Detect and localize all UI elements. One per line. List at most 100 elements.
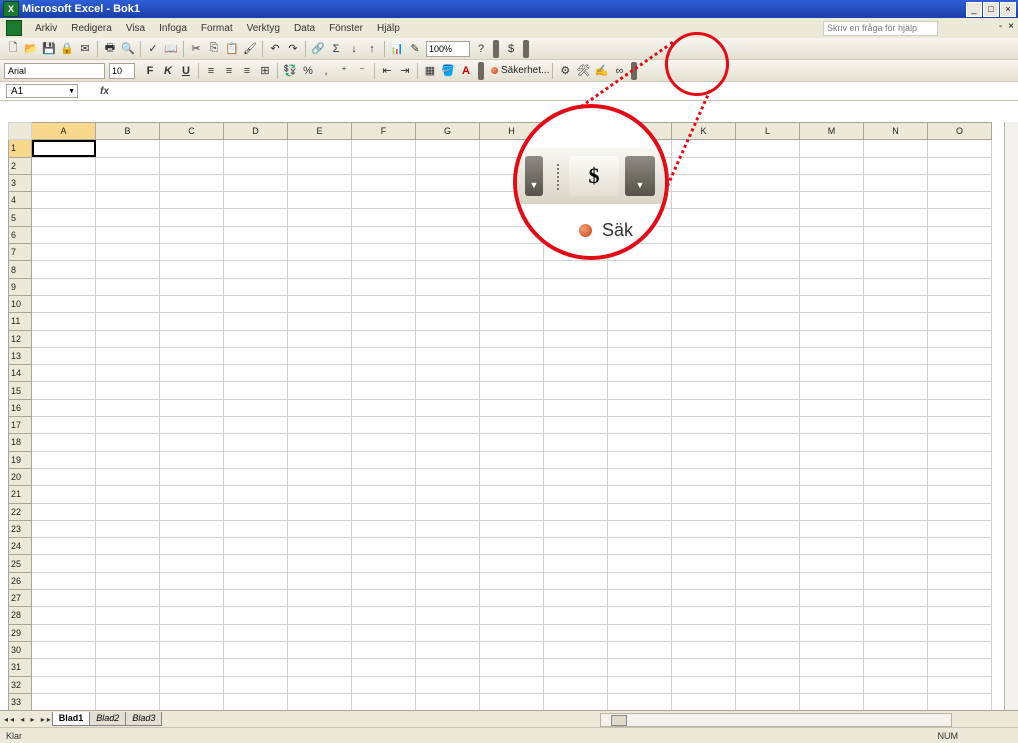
cell[interactable] — [287, 640, 352, 660]
cell[interactable] — [863, 208, 928, 227]
cell[interactable] — [223, 502, 288, 521]
cell[interactable] — [351, 589, 416, 608]
cell[interactable] — [223, 398, 288, 418]
row-header[interactable]: 7 — [8, 243, 32, 262]
cell[interactable] — [863, 156, 928, 175]
row-header[interactable]: 3 — [8, 173, 32, 193]
cell[interactable] — [927, 364, 992, 383]
cell[interactable] — [671, 260, 736, 279]
cell[interactable] — [287, 554, 352, 573]
increase-decimal-icon[interactable]: ⁺ — [336, 63, 352, 79]
cell[interactable] — [799, 675, 864, 694]
cell[interactable] — [223, 554, 288, 573]
cell[interactable] — [863, 467, 928, 487]
cell[interactable] — [159, 467, 224, 487]
cell[interactable] — [351, 191, 416, 210]
cell[interactable] — [671, 243, 736, 262]
cell[interactable] — [799, 243, 864, 262]
cell[interactable] — [31, 139, 96, 158]
cell[interactable] — [287, 675, 352, 694]
cell[interactable] — [927, 260, 992, 279]
cell[interactable] — [799, 554, 864, 573]
cell[interactable] — [95, 554, 160, 573]
cell[interactable] — [415, 381, 480, 400]
cell[interactable] — [287, 381, 352, 400]
cell[interactable] — [351, 502, 416, 521]
cell[interactable] — [927, 277, 992, 296]
cell[interactable] — [479, 364, 544, 383]
cell[interactable] — [223, 191, 288, 210]
cell[interactable] — [415, 554, 480, 573]
cell[interactable] — [927, 467, 992, 487]
cell[interactable] — [671, 294, 736, 314]
cell[interactable] — [607, 312, 672, 331]
cell[interactable] — [799, 398, 864, 418]
cell[interactable] — [159, 606, 224, 625]
cell[interactable] — [159, 139, 224, 158]
horizontal-scrollbar[interactable] — [600, 713, 952, 727]
cell[interactable] — [159, 450, 224, 469]
cell[interactable] — [287, 156, 352, 175]
cell[interactable] — [415, 364, 480, 383]
align-left-icon[interactable]: ≡ — [203, 63, 219, 79]
cell[interactable] — [415, 329, 480, 348]
cell[interactable] — [223, 658, 288, 677]
spelling-icon[interactable]: ✓ — [145, 41, 161, 57]
cell[interactable] — [351, 260, 416, 279]
maximize-icon[interactable]: □ — [983, 2, 999, 17]
cell[interactable] — [543, 416, 608, 435]
cell[interactable] — [31, 156, 96, 175]
cell[interactable] — [351, 364, 416, 383]
cell[interactable] — [671, 554, 736, 573]
fill-color-icon[interactable]: 🪣 — [440, 63, 456, 79]
cell[interactable] — [351, 571, 416, 591]
menu-data[interactable]: Data — [287, 23, 322, 34]
menu-hjalp[interactable]: Hjälp — [370, 23, 407, 34]
cell[interactable] — [95, 416, 160, 435]
cell[interactable] — [799, 277, 864, 296]
cell[interactable] — [671, 346, 736, 366]
cell[interactable] — [479, 537, 544, 556]
row-header[interactable]: 22 — [8, 502, 32, 521]
cell[interactable] — [351, 640, 416, 660]
cell[interactable] — [863, 191, 928, 210]
cell[interactable] — [927, 450, 992, 469]
cell[interactable] — [31, 191, 96, 210]
row-header[interactable]: 16 — [8, 398, 32, 418]
cell[interactable] — [543, 502, 608, 521]
cell[interactable] — [415, 156, 480, 175]
cell[interactable] — [671, 623, 736, 642]
cell[interactable] — [159, 502, 224, 521]
cell[interactable] — [799, 294, 864, 314]
row-header[interactable]: 13 — [8, 346, 32, 366]
cell[interactable] — [95, 156, 160, 175]
cell[interactable] — [415, 692, 480, 712]
cell[interactable] — [415, 485, 480, 504]
cell[interactable] — [799, 260, 864, 279]
cell[interactable] — [159, 485, 224, 504]
cell[interactable] — [927, 519, 992, 539]
cell[interactable] — [927, 658, 992, 677]
cell[interactable] — [799, 606, 864, 625]
cell[interactable] — [607, 433, 672, 452]
cell[interactable] — [863, 589, 928, 608]
cell[interactable] — [31, 294, 96, 314]
cell[interactable] — [671, 277, 736, 296]
cell[interactable] — [287, 450, 352, 469]
cell[interactable] — [479, 502, 544, 521]
cell[interactable] — [287, 191, 352, 210]
align-right-icon[interactable]: ≡ — [239, 63, 255, 79]
help-question-input[interactable]: Skriv en fråga för hjälp — [823, 21, 938, 36]
cell[interactable] — [415, 208, 480, 227]
cell[interactable] — [31, 692, 96, 712]
cell[interactable] — [799, 692, 864, 712]
cell[interactable] — [607, 346, 672, 366]
menu-arkiv[interactable]: Arkiv — [28, 23, 64, 34]
cell[interactable] — [671, 381, 736, 400]
cell[interactable] — [95, 398, 160, 418]
cell[interactable] — [479, 554, 544, 573]
cell[interactable] — [735, 450, 800, 469]
cell[interactable] — [159, 433, 224, 452]
cell[interactable] — [31, 675, 96, 694]
menu-verktyg[interactable]: Verktyg — [240, 23, 287, 34]
